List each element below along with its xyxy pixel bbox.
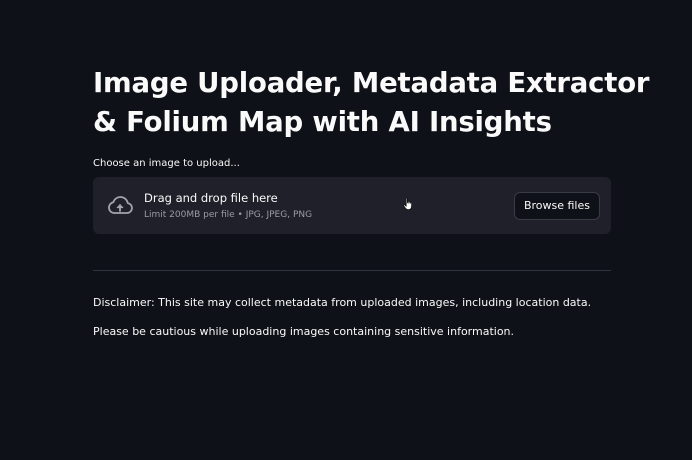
page-title-line-1: Image Uploader, Metadata Extractor	[93, 67, 650, 99]
caution-text: Please be cautious while uploading image…	[93, 325, 515, 338]
uploader-label: Choose an image to upload...	[93, 158, 240, 169]
page-title: Image Uploader, Metadata Extractor & Fol…	[93, 64, 650, 142]
app-page: Image Uploader, Metadata Extractor & Fol…	[0, 0, 692, 460]
file-limit-text: Limit 200MB per file • JPG, JPEG, PNG	[144, 209, 313, 220]
dropzone-instructions: Drag and drop file here	[144, 190, 278, 205]
hand-pointer-cursor-icon	[403, 196, 415, 210]
main-content: Image Uploader, Metadata Extractor & Fol…	[93, 64, 650, 339]
dropzone-text: Drag and drop file here Limit 200MB per …	[144, 191, 514, 221]
cloud-upload-icon	[105, 194, 135, 218]
disclaimer-text: Disclaimer: This site may collect metada…	[93, 296, 592, 309]
page-title-line-2: & Folium Map with AI Insights	[93, 106, 552, 138]
section-divider	[93, 270, 611, 271]
file-dropzone[interactable]: Drag and drop file here Limit 200MB per …	[93, 177, 611, 234]
browse-files-button[interactable]: Browse files	[513, 191, 600, 220]
